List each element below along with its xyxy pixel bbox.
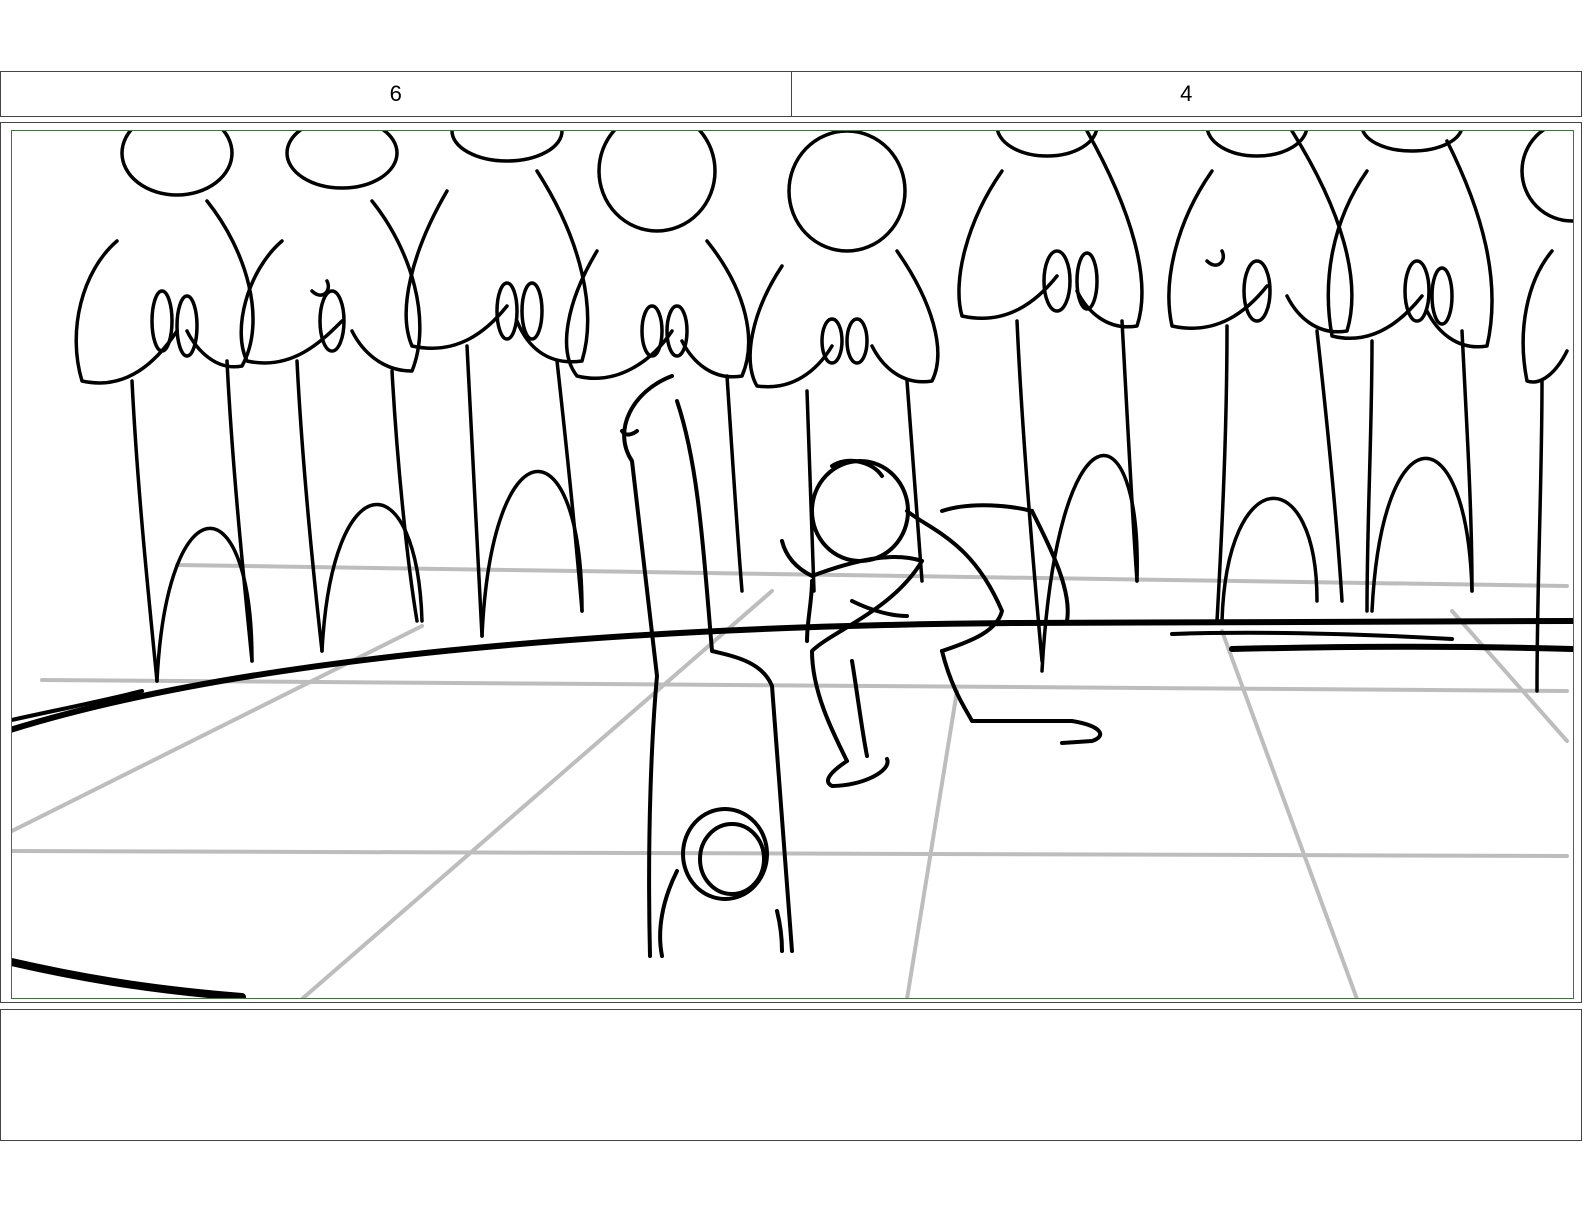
crowd-figure: [74, 131, 255, 683]
crowd-figures: [74, 131, 1573, 693]
storyboard-panel-frame: [11, 130, 1574, 999]
crowd-figure: [564, 131, 751, 593]
panel-header-row: 6 4: [0, 71, 1582, 117]
panel-number: 4: [790, 72, 1582, 116]
crowd-figure: [1520, 131, 1573, 693]
crowd-figure: [1326, 131, 1494, 613]
crowd-figure: [957, 131, 1144, 673]
crowd-figure: [404, 131, 590, 638]
scene-number: 6: [389, 81, 402, 106]
panel-notes-box[interactable]: [0, 1009, 1582, 1141]
crowd-figure: [748, 131, 940, 593]
crowd-figure: [239, 131, 424, 653]
crowd-figure: [1167, 131, 1354, 623]
dancers: [620, 374, 1103, 958]
storyboard-sketch: [12, 131, 1573, 998]
handstand-dancer: [620, 374, 794, 958]
